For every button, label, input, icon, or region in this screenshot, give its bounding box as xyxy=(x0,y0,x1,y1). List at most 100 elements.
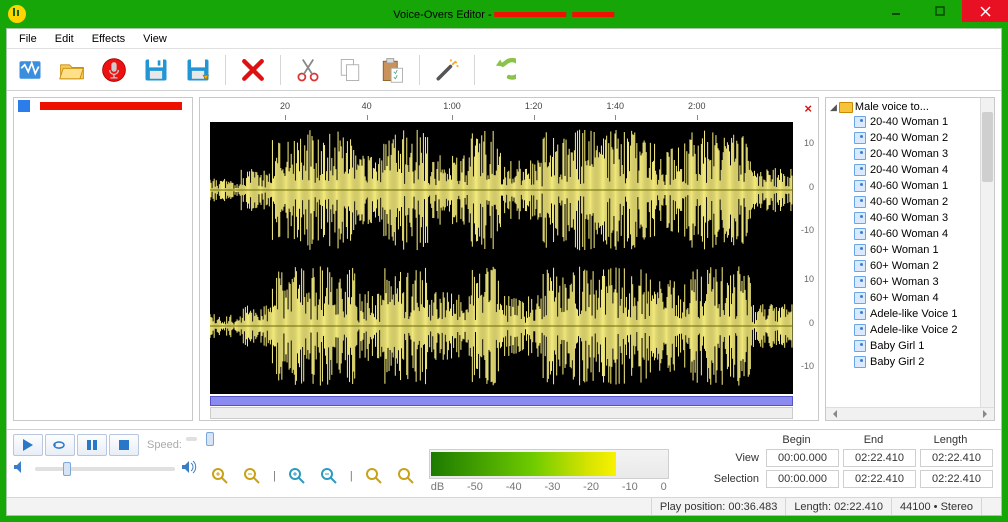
menubar: File Edit Effects View xyxy=(7,29,1001,49)
menu-file[interactable]: File xyxy=(11,31,45,47)
zoom-in-v-button[interactable] xyxy=(286,465,308,487)
zoom-sel-button[interactable] xyxy=(363,465,385,487)
preset-icon xyxy=(854,340,866,352)
workspace: × 20 40 1:00 1:20 1:40 2:00 10 0 xyxy=(7,91,1001,427)
menu-effects[interactable]: Effects xyxy=(84,31,133,47)
preset-folder-label: Male voice to... xyxy=(855,101,929,113)
preset-label: Adele-like Voice 1 xyxy=(870,308,957,320)
menu-edit[interactable]: Edit xyxy=(47,31,82,47)
save-as-button[interactable] xyxy=(181,53,215,87)
minimize-button[interactable] xyxy=(874,0,918,22)
time-tick: 40 xyxy=(362,101,372,111)
preset-item[interactable]: 20-40 Woman 1 xyxy=(828,114,992,130)
preset-label: 60+ Woman 3 xyxy=(870,276,939,288)
zoom-in-button[interactable] xyxy=(209,465,231,487)
volume-slider[interactable] xyxy=(35,467,175,471)
time-ruler[interactable]: 20 40 1:00 1:20 1:40 2:00 xyxy=(210,101,793,121)
sel-length-value[interactable]: 02:22.410 xyxy=(920,470,993,488)
preset-item[interactable]: 40-60 Woman 2 xyxy=(828,194,992,210)
preset-icon xyxy=(854,260,866,272)
stop-button[interactable] xyxy=(109,434,139,456)
close-button[interactable] xyxy=(962,0,1008,22)
preset-folder[interactable]: ◢ Male voice to... xyxy=(828,100,992,114)
paste-button[interactable] xyxy=(375,53,409,87)
preset-item[interactable]: 40-60 Woman 3 xyxy=(828,210,992,226)
horizontal-scrollbar[interactable] xyxy=(210,407,793,419)
record-button[interactable] xyxy=(97,53,131,87)
sel-begin-value[interactable]: 00:00.000 xyxy=(766,470,839,488)
maximize-button[interactable] xyxy=(918,0,962,22)
play-button[interactable] xyxy=(13,434,43,456)
preset-item[interactable]: 20-40 Woman 4 xyxy=(828,162,992,178)
view-end-value[interactable]: 02:22.410 xyxy=(843,449,916,467)
preset-icon xyxy=(854,116,866,128)
meter-label: -30 xyxy=(544,481,560,493)
preset-item[interactable]: Adele-like Voice 2 xyxy=(828,322,992,338)
row-view-label: View xyxy=(702,452,762,464)
status-rate: 44100 • Stereo xyxy=(891,498,981,515)
waveform-view[interactable] xyxy=(210,122,793,394)
speaker-icon xyxy=(13,459,29,475)
amplitude-scale: 10 0 -10 10 0 -10 xyxy=(796,122,816,394)
menu-view[interactable]: View xyxy=(135,31,175,47)
collapse-icon[interactable]: ◢ xyxy=(830,102,837,113)
preset-label: 40-60 Woman 1 xyxy=(870,180,948,192)
preset-icon xyxy=(854,164,866,176)
status-length: Length: 02:22.410 xyxy=(785,498,891,515)
preset-item[interactable]: 60+ Woman 3 xyxy=(828,274,992,290)
amplitude-label: 10 xyxy=(804,138,814,148)
scrollbar-thumb[interactable] xyxy=(982,112,993,182)
preset-item[interactable]: 20-40 Woman 2 xyxy=(828,130,992,146)
effects-button[interactable] xyxy=(430,53,464,87)
preset-item[interactable]: Baby Girl 2 xyxy=(828,354,992,370)
cut-button[interactable] xyxy=(291,53,325,87)
col-begin: Begin xyxy=(760,434,833,446)
save-button[interactable] xyxy=(139,53,173,87)
toolbar-separator xyxy=(419,55,420,85)
toolbar-separator xyxy=(474,55,475,85)
preset-item[interactable]: 40-60 Woman 1 xyxy=(828,178,992,194)
sel-end-value[interactable]: 02:22.410 xyxy=(843,470,916,488)
delete-button[interactable] xyxy=(236,53,270,87)
time-tick: 1:20 xyxy=(525,101,543,111)
preset-label: 20-40 Woman 4 xyxy=(870,164,948,176)
pause-button[interactable] xyxy=(77,434,107,456)
presets-panel: ◢ Male voice to... 20-40 Woman 120-40 Wo… xyxy=(825,97,995,421)
track-name-redaction xyxy=(40,102,182,110)
preset-label: Baby Girl 2 xyxy=(870,356,924,368)
preset-icon xyxy=(854,356,866,368)
open-button[interactable] xyxy=(55,53,89,87)
zoom-out-v-button[interactable] xyxy=(318,465,340,487)
preset-item[interactable]: Baby Girl 1 xyxy=(828,338,992,354)
close-tab-icon[interactable]: × xyxy=(804,101,812,116)
preset-item[interactable]: 40-60 Woman 4 xyxy=(828,226,992,242)
speed-label: Speed: xyxy=(147,439,182,451)
preset-tree: ◢ Male voice to... 20-40 Woman 120-40 Wo… xyxy=(826,98,994,407)
zoom-out-button[interactable] xyxy=(241,465,263,487)
meter-label: 0 xyxy=(661,481,667,493)
horizontal-scrollbar[interactable] xyxy=(826,407,994,420)
copy-button[interactable] xyxy=(333,53,367,87)
preset-item[interactable]: 60+ Woman 2 xyxy=(828,258,992,274)
vertical-scrollbar[interactable] xyxy=(980,98,994,407)
undo-button[interactable] xyxy=(485,53,519,87)
preset-item[interactable]: Adele-like Voice 1 xyxy=(828,306,992,322)
zoom-fit-button[interactable] xyxy=(395,465,417,487)
preset-label: 20-40 Woman 3 xyxy=(870,148,948,160)
loop-button[interactable] xyxy=(45,434,75,456)
preset-icon xyxy=(854,212,866,224)
speed-slider[interactable] xyxy=(186,437,197,441)
preset-icon xyxy=(854,276,866,288)
meter-bars xyxy=(429,449,669,479)
preset-item[interactable]: 60+ Woman 4 xyxy=(828,290,992,306)
new-button[interactable] xyxy=(13,53,47,87)
preset-icon xyxy=(854,132,866,144)
view-length-value[interactable]: 02:22.410 xyxy=(920,449,993,467)
time-info: Begin End Length View 00:00.000 02:22.41… xyxy=(677,434,995,493)
track-row[interactable] xyxy=(14,98,192,114)
selection-bar[interactable] xyxy=(210,396,793,406)
view-begin-value[interactable]: 00:00.000 xyxy=(766,449,839,467)
window-buttons xyxy=(874,0,1008,22)
preset-item[interactable]: 20-40 Woman 3 xyxy=(828,146,992,162)
preset-item[interactable]: 60+ Woman 1 xyxy=(828,242,992,258)
